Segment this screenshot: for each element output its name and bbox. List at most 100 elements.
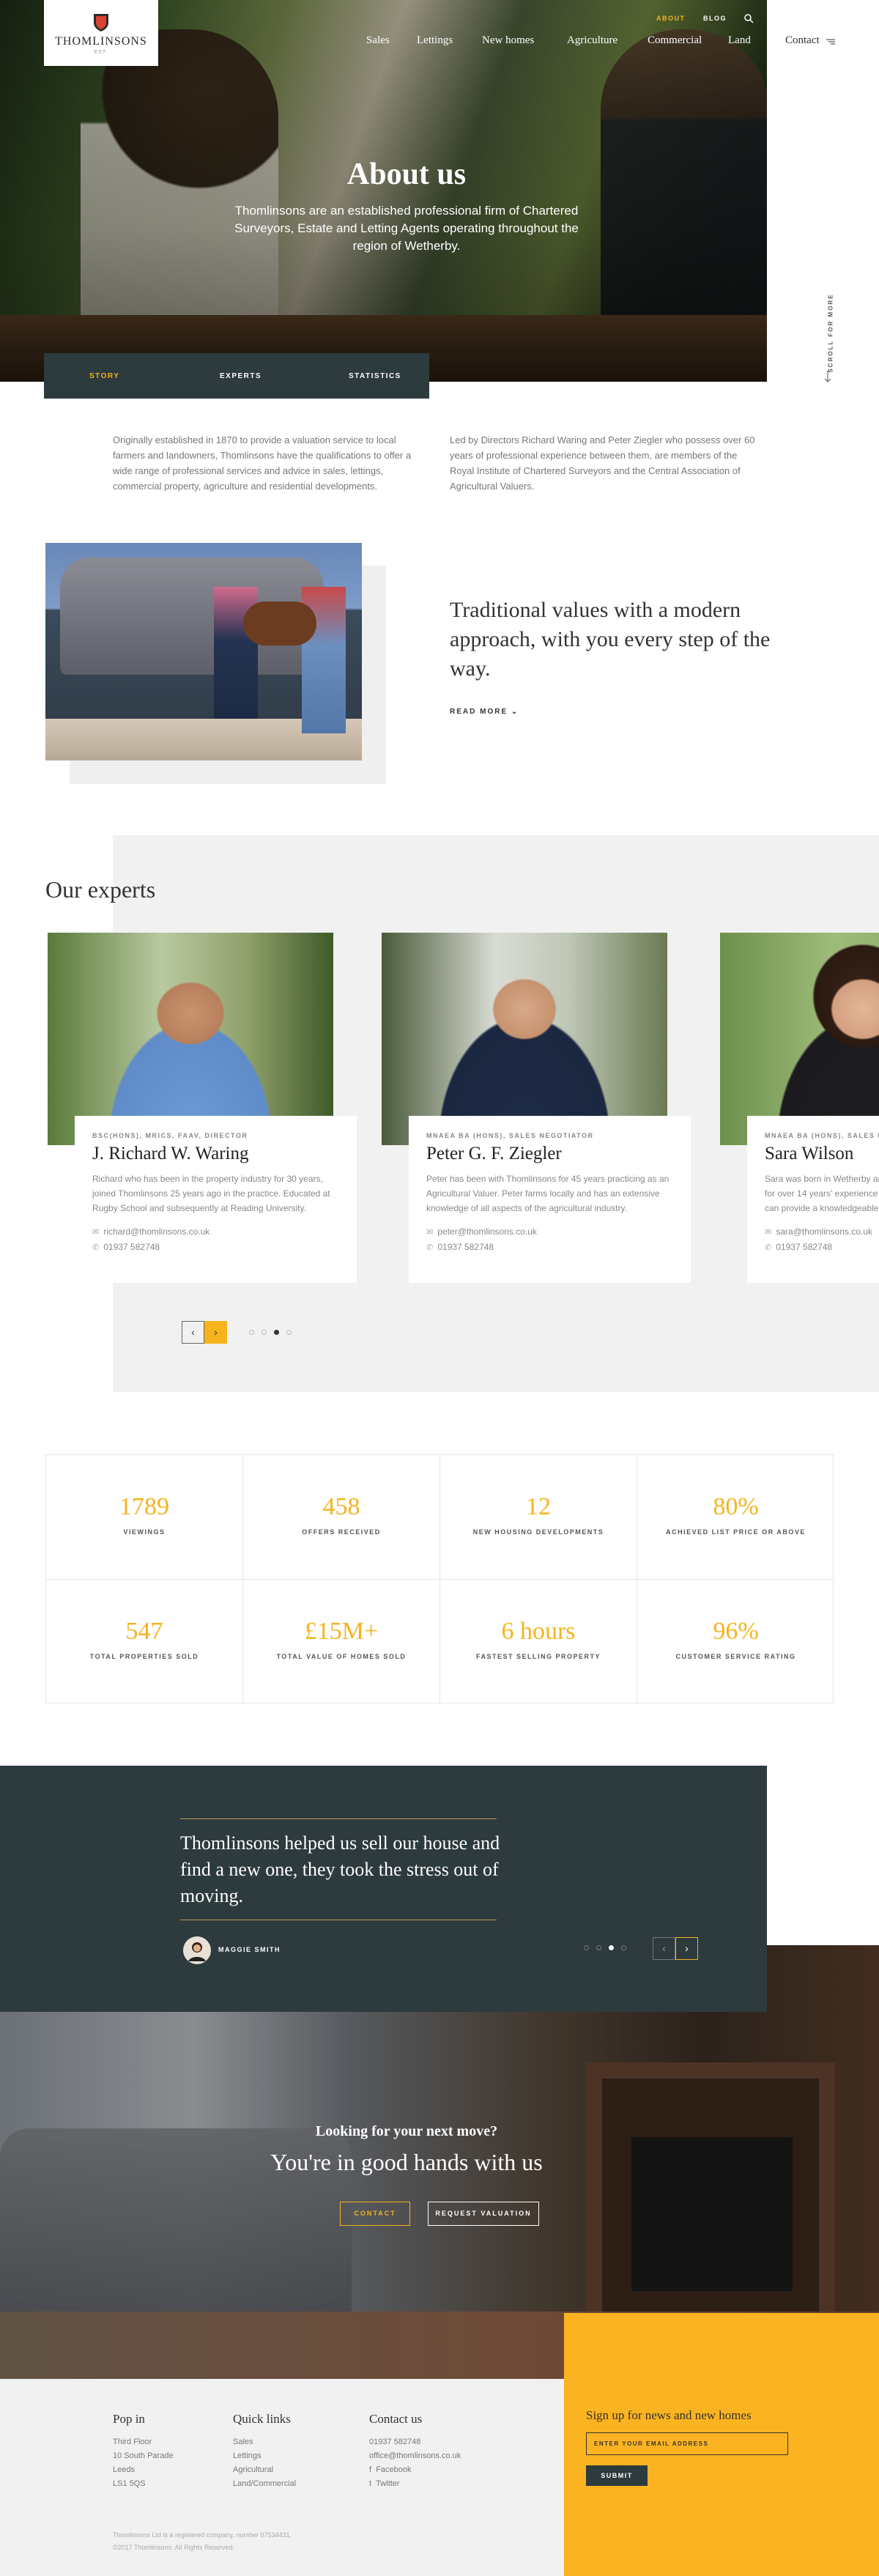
nav-blog[interactable]: BLOG <box>703 15 727 22</box>
twitter-icon: t <box>369 2479 372 2488</box>
footer-email[interactable]: office@thomlinsons.co.uk <box>369 2449 461 2463</box>
expert-email[interactable]: ✉ peter@thomlinsons.co.uk <box>426 1224 673 1240</box>
testimonial-prev-button[interactable]: ‹ <box>653 1937 675 1960</box>
menu-icon[interactable] <box>826 38 835 45</box>
stat-item: 6 hours FASTEST SELLING PROPERTY <box>440 1580 637 1704</box>
family-photo <box>45 543 362 760</box>
cta-title: You're in good hands with us <box>270 2149 543 2175</box>
pager-dot[interactable] <box>262 1330 267 1335</box>
next-button[interactable]: › <box>204 1321 227 1344</box>
phone-icon: ✆ <box>765 1243 772 1252</box>
nav-sales[interactable]: Sales <box>366 34 390 47</box>
stat-item: 547 TOTAL PROPERTIES SOLD <box>46 1580 243 1704</box>
tab-statistics[interactable]: STATISTICS <box>349 372 401 380</box>
nav-land[interactable]: Land <box>728 34 751 47</box>
expert-photo <box>48 933 333 1145</box>
tab-experts[interactable]: EXPERTS <box>220 372 262 380</box>
stat-item: 458 OFFERS RECEIVED <box>243 1455 440 1580</box>
avatar <box>183 1936 211 1964</box>
arrow-down-icon <box>824 371 831 382</box>
phone-icon: ✆ <box>92 1243 100 1252</box>
nav-agriculture[interactable]: Agriculture <box>567 34 617 47</box>
expert-photo <box>382 933 667 1145</box>
signup-title: Sign up for news and new homes <box>586 2408 752 2422</box>
chevron-down-icon: ⌄ <box>511 708 519 716</box>
footer-link-agricultural[interactable]: Agricultural <box>233 2463 296 2477</box>
expert-card[interactable]: BSC(HONS), MRICS, FAAV, DIRECTOR J. Rich… <box>45 933 357 1283</box>
cta-subtitle: Looking for your next move? <box>315 2123 498 2139</box>
nav-lettings[interactable]: Lettings <box>417 34 453 47</box>
contact-button[interactable]: CONTACT <box>340 2202 410 2226</box>
submit-button[interactable]: SUBMIT <box>586 2465 648 2486</box>
section-tabs: STORY EXPERTS STATISTICS <box>44 353 429 399</box>
main-nav: Sales Lettings New homes Agriculture Com… <box>0 34 879 49</box>
expert-name: Sara Wilson <box>765 1144 854 1163</box>
stat-item: 80% ACHIEVED LIST PRICE OR ABOVE <box>637 1455 834 1580</box>
footer-address: Pop in Third Floor 10 South Parade Leeds… <box>113 2412 174 2488</box>
stat-item: 12 NEW HOUSING DEVELOPMENTS <box>440 1455 637 1580</box>
hero-subtitle: Thomlinsons are an established professio… <box>234 204 579 253</box>
about-page: About us Thomlinsons are an established … <box>0 0 879 2576</box>
nav-commercial[interactable]: Commercial <box>648 34 702 47</box>
page-title: About us <box>346 158 467 191</box>
footer-link-sales[interactable]: Sales <box>233 2435 296 2449</box>
story-text-right: Led by Directors Richard Waring and Pete… <box>450 434 755 492</box>
footer-contact: Contact us 01937 582748 office@thomlinso… <box>369 2412 461 2491</box>
expert-role: MNAEA BA (HONS), SALES NEGOTIATOR <box>426 1132 594 1139</box>
read-more-link[interactable]: READ MORE ⌄ <box>450 708 519 716</box>
footer-twitter[interactable]: t Twitter <box>369 2477 461 2491</box>
scroll-label: SCROLL FOR MORE <box>827 293 834 373</box>
testimonial-quote: Thomlinsons helped us sell our house and… <box>180 1832 500 1906</box>
stat-item: 1789 VIEWINGS <box>46 1455 243 1580</box>
email-field[interactable]: ENTER YOUR EMAIL ADDRESS <box>586 2432 788 2455</box>
newsletter-signup: Sign up for news and new homes ENTER YOU… <box>564 2313 879 2576</box>
brand-est: EST. <box>94 50 108 55</box>
story-quote: Traditional values with a modern approac… <box>450 598 771 681</box>
prev-button[interactable]: ‹ <box>182 1321 204 1344</box>
nav-new-homes[interactable]: New homes <box>482 34 534 47</box>
footer-link-land[interactable]: Land/Commercial <box>233 2477 296 2491</box>
footer-phone[interactable]: 01937 582748 <box>369 2435 461 2449</box>
expert-name: Peter G. F. Ziegler <box>426 1144 562 1163</box>
legal-text: Thomlinsons Ltd is a registered company,… <box>113 2531 292 2551</box>
expert-email[interactable]: ✉ sara@thomlinsons.co.uk <box>765 1224 879 1240</box>
testimonial-next-button[interactable]: › <box>675 1937 698 1960</box>
mail-icon: ✉ <box>765 1228 772 1237</box>
nav-contact[interactable]: Contact <box>785 34 820 47</box>
footer-quick-links: Quick links Sales Lettings Agricultural … <box>233 2412 296 2491</box>
search-icon[interactable] <box>743 13 754 23</box>
nav-about[interactable]: ABOUT <box>656 15 686 22</box>
tab-story[interactable]: STORY <box>89 372 119 380</box>
expert-phone[interactable]: ✆ 01937 582748 <box>426 1240 673 1255</box>
expert-bio: Peter has been with Thomlinsons for 45 y… <box>426 1174 670 1213</box>
statistics-grid: 1789 VIEWINGS 458 OFFERS RECEIVED 12 NEW HO… <box>45 1454 834 1704</box>
stat-item: £15M+ TOTAL VALUE OF HOMES SOLD <box>243 1580 440 1704</box>
expert-bio: Sara was born in Wetherby and has worked… <box>765 1174 879 1213</box>
expert-email[interactable]: ✉ richard@thomlinsons.co.uk <box>92 1224 339 1240</box>
pager-dot[interactable] <box>286 1330 292 1335</box>
expert-card[interactable]: MNAEA BA (HONS), SALES NEGOTIATOR Sara W… <box>718 933 879 1283</box>
testimonial: Thomlinsons helped us sell our house and… <box>0 1766 767 2012</box>
mail-icon: ✉ <box>426 1228 434 1237</box>
shield-icon <box>94 14 108 32</box>
expert-photo <box>720 933 879 1145</box>
footer-link-lettings[interactable]: Lettings <box>233 2449 296 2463</box>
testimonial-author: MAGGIE SMITH <box>218 1946 281 1953</box>
experts-title: Our experts <box>45 876 156 903</box>
mail-icon: ✉ <box>92 1228 100 1237</box>
facebook-icon: f <box>369 2465 372 2474</box>
expert-role: BSC(HONS), MRICS, FAAV, DIRECTOR <box>92 1132 248 1139</box>
expert-phone[interactable]: ✆ 01937 582748 <box>92 1240 339 1255</box>
logo[interactable]: THOMLINSONS EST. <box>44 0 158 66</box>
story-text-left: Originally established in 1870 to provid… <box>113 434 412 492</box>
pager-dot-active[interactable] <box>274 1330 279 1335</box>
request-valuation-button[interactable]: REQUEST VALUATION <box>428 2202 539 2226</box>
expert-phone[interactable]: ✆ 01937 582748 <box>765 1240 879 1255</box>
expert-card[interactable]: MNAEA BA (HONS), SALES NEGOTIATOR Peter … <box>379 933 691 1283</box>
expert-name: J. Richard W. Waring <box>92 1144 249 1163</box>
pager-dot[interactable] <box>249 1330 254 1335</box>
expert-bio: Richard who has been in the property ind… <box>92 1174 330 1213</box>
scroll-more[interactable]: SCROLL FOR MORE <box>820 293 835 388</box>
footer-facebook[interactable]: f Facebook <box>369 2463 461 2477</box>
stat-item: 96% CUSTOMER SERVICE RATING <box>675 1618 796 1660</box>
